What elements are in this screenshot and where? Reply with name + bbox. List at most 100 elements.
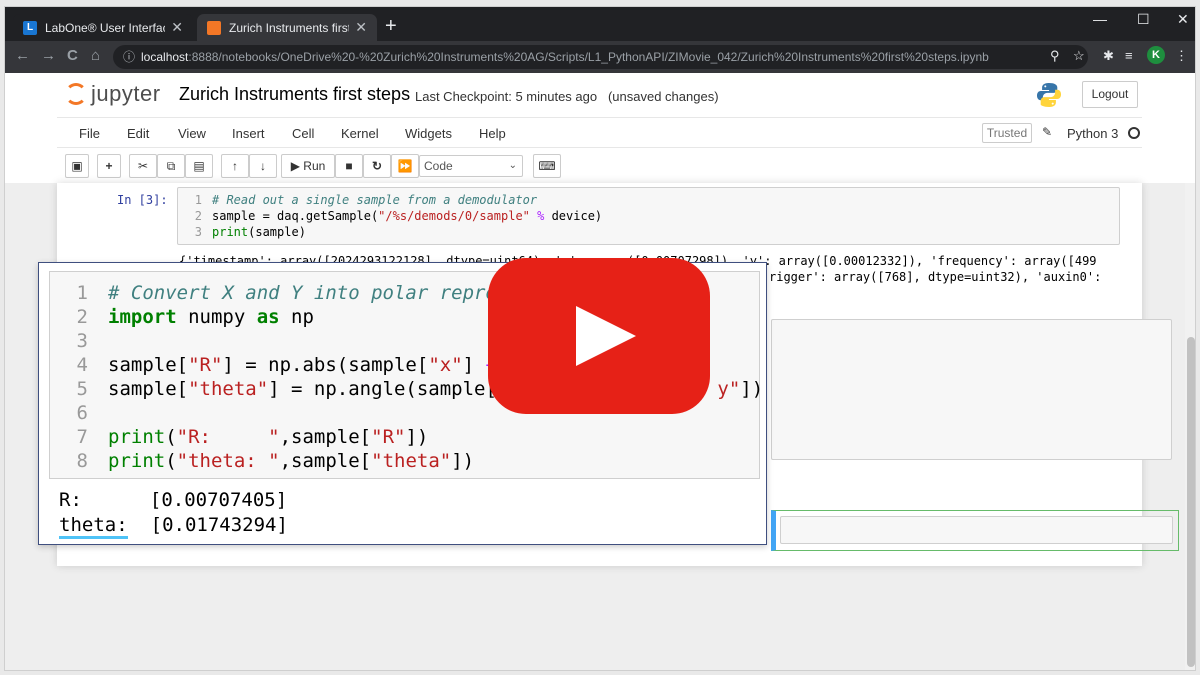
- interrupt-button[interactable]: ■: [335, 154, 363, 178]
- fast-forward-icon: ⏩: [397, 159, 413, 173]
- code-text: (: [165, 450, 177, 472]
- tab-labone[interactable]: L LabOne® User Interface ✕: [13, 14, 193, 41]
- code-string: "theta": [188, 378, 269, 400]
- code-cell-2[interactable]: [771, 319, 1172, 460]
- code-string: y": [717, 378, 741, 400]
- close-tab-icon[interactable]: ✕: [171, 19, 183, 36]
- cut-button[interactable]: ✂: [129, 154, 157, 178]
- url-path: :8888/notebooks/OneDrive%20-%20Zurich%20…: [188, 50, 989, 64]
- code-line: 7 print("R: ",sample["R"]): [50, 426, 761, 450]
- output-label: R:: [59, 489, 82, 511]
- tab-title: Zurich Instruments first steps - Ju: [229, 20, 350, 35]
- save-button[interactable]: ▣: [65, 154, 89, 178]
- arrow-down-icon: ↓: [260, 159, 266, 173]
- close-tab-icon[interactable]: ✕: [355, 19, 367, 36]
- code-text: ,sample[: [279, 450, 372, 472]
- code-text: np: [279, 306, 314, 328]
- copy-button[interactable]: ⧉: [157, 154, 185, 178]
- code-cell-1[interactable]: 1 2 3 # Read out a single sample from a …: [177, 187, 1120, 245]
- output-theta: theta: [0.01743294]: [59, 514, 288, 539]
- cell-prompt: In [3]:: [117, 193, 168, 207]
- code-text: ] = np.angle(sample[: [268, 378, 497, 400]
- url-host: localhost: [141, 50, 189, 64]
- command-palette-button[interactable]: ⌨: [533, 154, 561, 178]
- menu-insert[interactable]: Insert: [232, 126, 265, 141]
- jupyter-logo[interactable]: jupyter: [65, 81, 161, 107]
- restart-button[interactable]: ↻: [363, 154, 391, 178]
- media-queue-icon[interactable]: ≡: [1125, 48, 1133, 63]
- maximize-button[interactable]: ☐: [1137, 11, 1150, 28]
- output-label: theta:: [59, 514, 128, 539]
- zoom-icon[interactable]: ⚲: [1050, 48, 1060, 64]
- code-string: "R: ": [176, 426, 280, 448]
- code-text: ,sample[: [279, 426, 372, 448]
- code-text: sample[: [108, 354, 189, 376]
- paste-button[interactable]: ▤: [185, 154, 213, 178]
- extensions-icon[interactable]: ✱: [1103, 48, 1114, 64]
- selected-cell[interactable]: [771, 510, 1179, 551]
- line-number: 4: [76, 354, 88, 376]
- jupyter-header: jupyter Zurich Instruments first steps L…: [5, 73, 1195, 117]
- youtube-play-icon[interactable]: [488, 258, 710, 414]
- code-text: (sample): [248, 225, 306, 239]
- keyboard-icon: ⌨: [538, 159, 556, 173]
- run-label: Run: [303, 159, 326, 173]
- code-text: ] = np.abs(sample[: [222, 354, 429, 376]
- back-button[interactable]: ←: [15, 47, 30, 64]
- menu-kernel[interactable]: Kernel: [341, 126, 379, 141]
- code-string: "x": [428, 354, 463, 376]
- code-string: "theta": [371, 450, 452, 472]
- tab-jupyter[interactable]: Zurich Instruments first steps - Ju ✕: [197, 14, 377, 41]
- code-operator: %: [529, 209, 552, 223]
- code-text: ]): [405, 426, 429, 448]
- move-down-button[interactable]: ↓: [249, 154, 277, 178]
- run-button[interactable]: ▶ Run: [281, 154, 335, 178]
- trusted-indicator[interactable]: Trusted: [982, 123, 1032, 143]
- code-line: 8 print("theta: ",sample["theta"]): [50, 450, 761, 474]
- logout-button[interactable]: Logout: [1082, 81, 1138, 108]
- menu-help[interactable]: Help: [479, 126, 506, 141]
- code-keyword: as: [256, 306, 280, 328]
- cell-type-value: Code: [424, 159, 453, 173]
- url-input[interactable]: ⓘ localhost:8888/notebooks/OneDrive%20-%2…: [113, 45, 1088, 69]
- forward-button[interactable]: →: [41, 47, 56, 64]
- close-window-button[interactable]: ✕: [1177, 11, 1189, 28]
- save-icon: ▣: [71, 159, 83, 173]
- minimize-button[interactable]: —: [1093, 11, 1107, 27]
- code-comment: # Convert X and Y into polar repres: [108, 282, 509, 304]
- menu-view[interactable]: View: [178, 126, 206, 141]
- code-keyword: import: [108, 306, 177, 328]
- move-up-button[interactable]: ↑: [221, 154, 249, 178]
- paste-icon: ▤: [193, 159, 205, 173]
- code-string: "theta: ": [176, 450, 280, 472]
- tab-bar: L LabOne® User Interface ✕ Zurich Instru…: [5, 7, 1195, 41]
- restart-icon: ↻: [371, 159, 383, 173]
- menu-edit[interactable]: Edit: [127, 126, 149, 141]
- menu-file[interactable]: File: [79, 126, 100, 141]
- menu-widgets[interactable]: Widgets: [405, 126, 452, 141]
- jupyter-favicon-icon: [207, 20, 221, 35]
- info-icon[interactable]: ⓘ: [123, 50, 135, 64]
- cell-type-select[interactable]: Code ⌄: [419, 155, 523, 177]
- menu-cell[interactable]: Cell: [292, 126, 314, 141]
- notebook-title[interactable]: Zurich Instruments first steps: [179, 84, 410, 105]
- reload-button[interactable]: C: [67, 47, 78, 64]
- bookmark-star-icon[interactable]: ☆: [1073, 48, 1085, 64]
- code-text: ]): [451, 450, 475, 472]
- home-button[interactable]: ⌂: [91, 47, 100, 64]
- menu-dots-icon[interactable]: ⋮: [1175, 48, 1188, 64]
- restart-run-all-button[interactable]: ⏩: [391, 154, 419, 178]
- code-text: numpy: [176, 306, 257, 328]
- scrollbar-thumb[interactable]: [1187, 337, 1195, 667]
- code-string: "R": [188, 354, 223, 376]
- notebook-toolbar: ▣ + ✂ ⧉ ▤ ↑ ↓ ▶ Run ■ ↻ ⏩ Code ⌄ ⌨: [57, 148, 1142, 183]
- profile-avatar[interactable]: K: [1147, 46, 1165, 64]
- insert-cell-button[interactable]: +: [97, 154, 121, 178]
- kernel-name: Python 3: [1067, 126, 1119, 141]
- code-builtin: print: [108, 450, 166, 472]
- code-string: "/%s/demods/0/sample": [378, 209, 530, 223]
- new-tab-button[interactable]: +: [385, 16, 397, 36]
- play-icon: ▶: [290, 159, 300, 173]
- output-r: R: [0.00707405]: [59, 489, 287, 511]
- code-cell-3-input[interactable]: [780, 516, 1173, 544]
